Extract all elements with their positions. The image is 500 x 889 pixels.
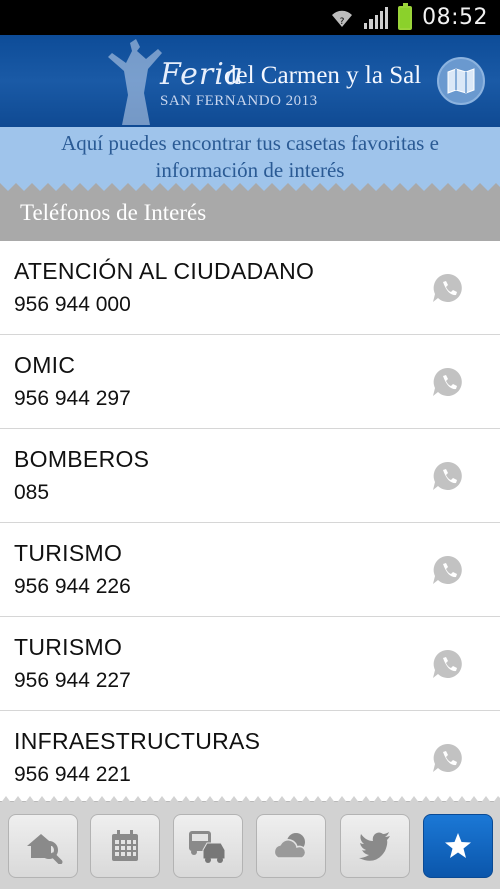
- tab-calendar[interactable]: [90, 814, 160, 878]
- section-title: Teléfonos de Interés: [0, 191, 500, 241]
- logo-sub-text: SAN FERNANDO 2013: [160, 93, 318, 109]
- phone-call-icon[interactable]: [432, 743, 464, 773]
- battery-icon: [398, 2, 413, 30]
- contact-name: INFRAESTRUCTURAS: [14, 728, 261, 754]
- signal-icon: [364, 6, 389, 29]
- contact-item[interactable]: BOMBEROS 085: [0, 429, 500, 523]
- contact-item[interactable]: OMIC 956 944 297: [0, 335, 500, 429]
- tab-twitter[interactable]: [340, 814, 410, 878]
- intro-line-1: Aquí puedes encontrar tus casetas favori…: [61, 131, 439, 155]
- tab-transport[interactable]: [173, 814, 243, 878]
- house-search-icon: [27, 834, 63, 864]
- status-icons: ? 08:52: [330, 0, 488, 35]
- app-header: Feria del Carmen y la Sal SAN FERNANDO 2…: [0, 35, 500, 127]
- contact-name: TURISMO: [14, 540, 123, 566]
- calendar-icon: [112, 830, 138, 861]
- transport-icon: [189, 831, 226, 863]
- intro-text: Aquí puedes encontrar tus casetas favori…: [0, 127, 500, 187]
- star-icon: [445, 833, 471, 858]
- twitter-bird-icon: [359, 832, 390, 861]
- tabbar-edge: [0, 796, 500, 804]
- contact-name: TURISMO: [14, 634, 123, 660]
- contact-phone: 085: [14, 481, 50, 504]
- map-icon: [447, 68, 475, 94]
- contact-phone: 956 944 226: [14, 575, 131, 598]
- contact-phone: 956 944 221: [14, 763, 131, 786]
- contact-name: OMIC: [14, 352, 76, 378]
- intro-line-2: información de interés: [155, 158, 345, 182]
- contact-name: BOMBEROS: [14, 446, 150, 472]
- bottom-tab-bar: [0, 796, 500, 889]
- phone-call-icon[interactable]: [432, 461, 464, 491]
- contact-name: ATENCIÓN AL CIUDADANO: [14, 258, 315, 284]
- contact-item[interactable]: ATENCIÓN AL CIUDADANO 956 944 000: [0, 241, 500, 335]
- contacts-list: ATENCIÓN AL CIUDADANO 956 944 000 OMIC 9…: [0, 241, 500, 805]
- phone-call-icon[interactable]: [432, 555, 464, 585]
- wifi-icon: ?: [332, 10, 353, 27]
- tab-favorites[interactable]: [423, 814, 493, 878]
- contact-phone: 956 944 297: [14, 387, 131, 410]
- tab-weather[interactable]: [256, 814, 326, 878]
- phone-call-icon[interactable]: [432, 649, 464, 679]
- status-bar: ? 08:52: [0, 0, 500, 35]
- svg-text:?: ?: [340, 17, 345, 27]
- contact-phone: 956 944 227: [14, 669, 131, 692]
- map-button[interactable]: [437, 57, 485, 105]
- phone-call-icon[interactable]: [432, 367, 464, 397]
- contact-item[interactable]: INFRAESTRUCTURAS 956 944 221: [0, 711, 500, 805]
- contact-item[interactable]: TURISMO 956 944 227: [0, 617, 500, 711]
- logo-main-text: del Carmen y la Sal: [224, 62, 422, 89]
- contact-item[interactable]: TURISMO 956 944 226: [0, 523, 500, 617]
- weather-icon: [273, 833, 307, 859]
- contact-phone: 956 944 000: [14, 293, 131, 316]
- clock: 08:52: [422, 5, 488, 30]
- phone-call-icon[interactable]: [432, 273, 464, 303]
- tab-casetas-search[interactable]: [8, 814, 78, 878]
